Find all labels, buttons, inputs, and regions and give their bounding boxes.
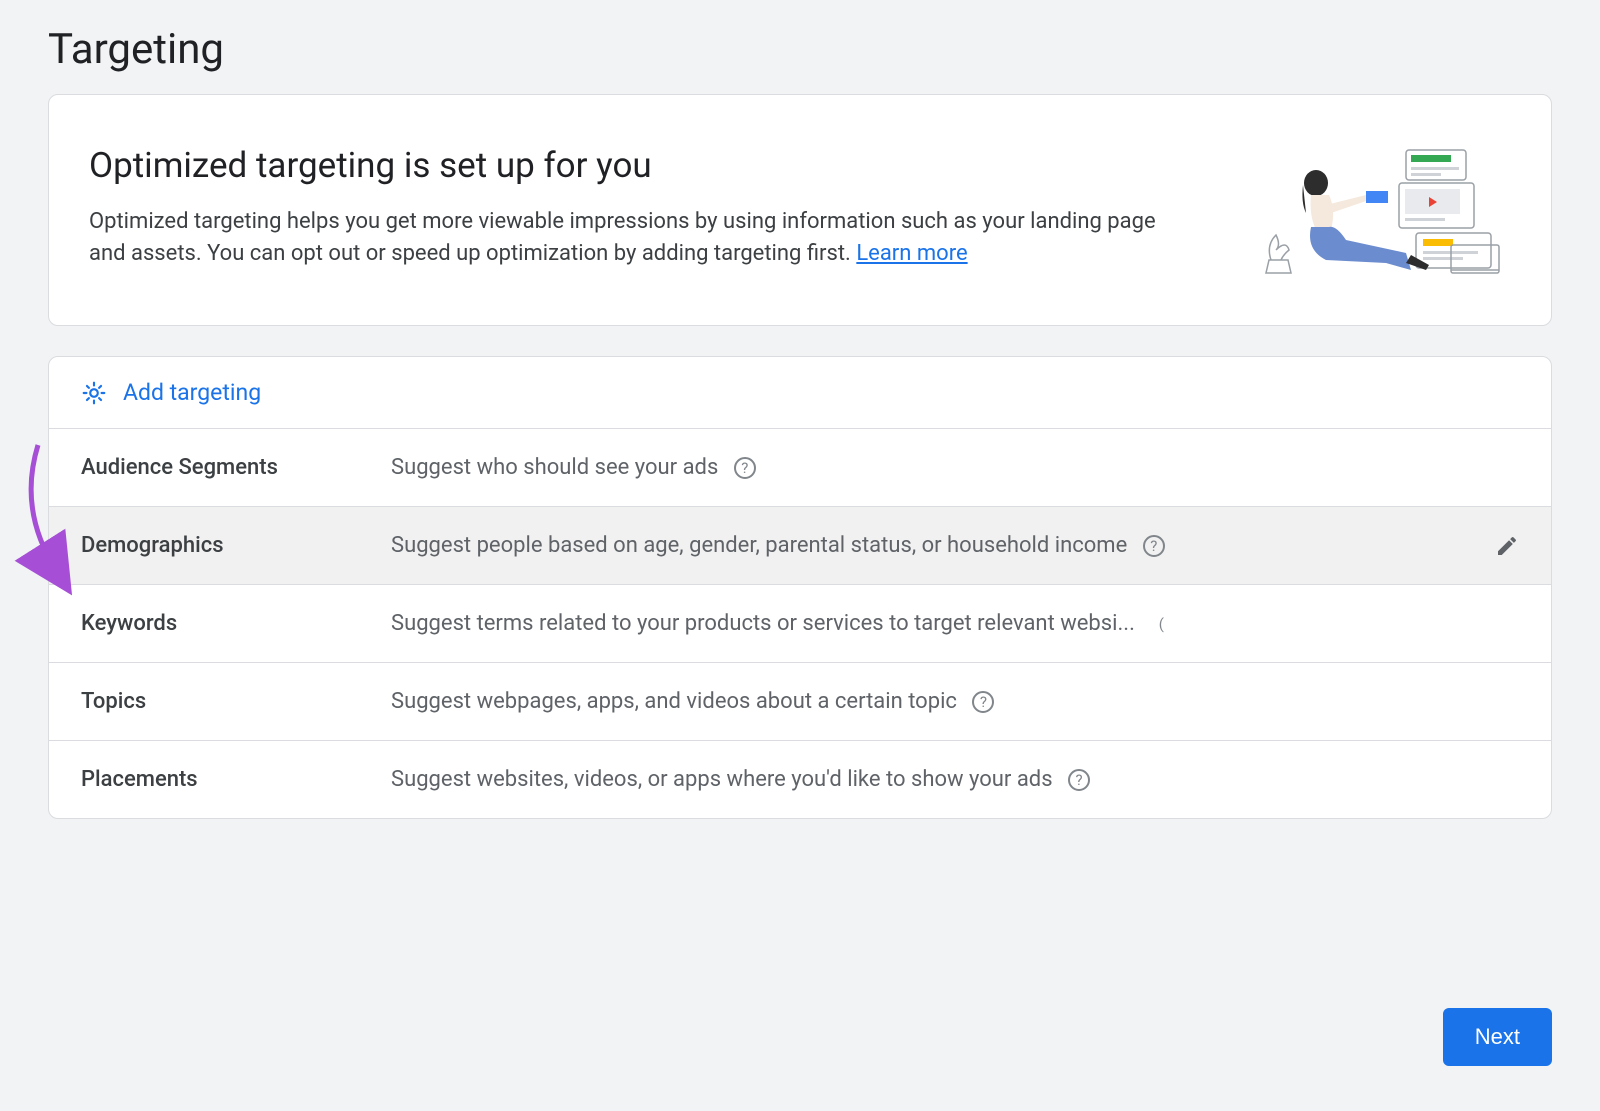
row-label: Demographics	[81, 533, 391, 558]
targeting-illustration	[1251, 145, 1511, 275]
row-label: Topics	[81, 689, 391, 714]
targeting-options-list: Add targeting Audience Segments Suggest …	[48, 356, 1552, 819]
help-icon[interactable]: ?	[972, 691, 994, 713]
gear-icon	[81, 380, 107, 406]
card-text: Optimized targeting is set up for you Op…	[89, 145, 1169, 270]
row-audience-segments[interactable]: Audience Segments Suggest who should see…	[49, 429, 1551, 507]
add-targeting-label: Add targeting	[123, 379, 261, 406]
row-desc: Suggest who should see your ads ?	[391, 455, 1519, 480]
row-topics[interactable]: Topics Suggest webpages, apps, and video…	[49, 663, 1551, 741]
help-icon[interactable]: ?	[734, 457, 756, 479]
card-title: Optimized targeting is set up for you	[89, 145, 1169, 186]
row-keywords[interactable]: Keywords Suggest terms related to your p…	[49, 585, 1551, 663]
learn-more-link[interactable]: Learn more	[856, 241, 967, 266]
optimized-targeting-card: Optimized targeting is set up for you Op…	[48, 94, 1552, 326]
help-icon[interactable]: ?	[1143, 535, 1165, 557]
page-title: Targeting	[0, 0, 1600, 94]
help-icon[interactable]: ?	[1068, 769, 1090, 791]
row-label: Keywords	[81, 611, 391, 636]
row-desc: Suggest websites, videos, or apps where …	[391, 767, 1519, 792]
pencil-icon[interactable]	[1495, 534, 1519, 558]
row-desc: Suggest terms related to your products o…	[391, 611, 1519, 636]
row-demographics[interactable]: Demographics Suggest people based on age…	[49, 507, 1551, 585]
row-label: Placements	[81, 767, 391, 792]
next-button[interactable]: Next	[1443, 1008, 1552, 1066]
row-placements[interactable]: Placements Suggest websites, videos, or …	[49, 741, 1551, 818]
card-description-text: Optimized targeting helps you get more v…	[89, 209, 1156, 266]
card-description: Optimized targeting helps you get more v…	[89, 206, 1169, 270]
add-targeting-row[interactable]: Add targeting	[49, 357, 1551, 429]
row-desc: Suggest webpages, apps, and videos about…	[391, 689, 1519, 714]
help-icon[interactable]: (	[1150, 613, 1172, 635]
row-label: Audience Segments	[81, 455, 391, 480]
row-desc: Suggest people based on age, gender, par…	[391, 533, 1485, 558]
